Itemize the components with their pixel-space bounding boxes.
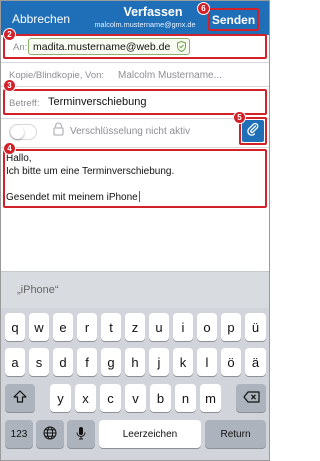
- key-p[interactable]: p: [221, 313, 241, 341]
- compose-header: Abbrechen Verfassen malcolm.mustername@g…: [1, 1, 269, 35]
- callout-badge-subject: 3: [3, 79, 16, 92]
- divider: [1, 147, 269, 148]
- key-w[interactable]: w: [29, 313, 49, 341]
- return-key[interactable]: Return: [205, 420, 266, 448]
- key-i[interactable]: i: [173, 313, 193, 341]
- cc-bcc-from-value[interactable]: Malcolm Mustername...: [118, 70, 222, 81]
- divider: [1, 86, 269, 87]
- dictation-key[interactable]: [67, 420, 95, 448]
- divider: [1, 118, 269, 119]
- key-x[interactable]: x: [75, 384, 96, 412]
- key-c[interactable]: c: [100, 384, 121, 412]
- globe-icon: [43, 426, 57, 443]
- callout-badge-body: 4: [3, 142, 16, 155]
- key-d[interactable]: d: [53, 348, 73, 376]
- to-label: An:: [13, 42, 28, 53]
- key-j[interactable]: j: [149, 348, 169, 376]
- compose-screen: Abbrechen Verfassen malcolm.mustername@g…: [0, 0, 270, 461]
- callout-badge-attach: 5: [233, 111, 246, 124]
- compose-title: Verfassen: [123, 5, 183, 19]
- globe-key[interactable]: [36, 420, 64, 448]
- key-k[interactable]: k: [173, 348, 193, 376]
- callout-badge-send: 6: [197, 2, 210, 15]
- paperclip-icon: [247, 122, 259, 141]
- callout-badge-to: 2: [3, 28, 16, 41]
- recipient-chip[interactable]: madita.mustername@web.de: [28, 38, 190, 55]
- key-ue[interactable]: ü: [245, 313, 266, 341]
- key-g[interactable]: g: [101, 348, 121, 376]
- key-l[interactable]: l: [197, 348, 217, 376]
- send-button[interactable]: Senden: [208, 8, 259, 31]
- backspace-icon: [242, 390, 260, 406]
- attach-button[interactable]: [242, 120, 264, 142]
- sender-address: malcolm.mustername@gmx.de: [94, 20, 196, 29]
- prediction-bar: „iPhone“: [1, 271, 269, 308]
- lock-icon: [53, 122, 64, 141]
- key-e[interactable]: e: [53, 313, 73, 341]
- key-oe[interactable]: ö: [221, 348, 241, 376]
- recipient-address: madita.mustername@web.de: [33, 40, 171, 53]
- key-z[interactable]: z: [125, 313, 145, 341]
- key-m[interactable]: m: [200, 384, 221, 412]
- space-key[interactable]: Leerzeichen: [99, 420, 201, 448]
- toggle-knob: [11, 126, 24, 139]
- key-r[interactable]: r: [77, 313, 97, 341]
- microphone-icon: [76, 426, 86, 443]
- cc-bcc-from-label: Kopie/Blindkopie, Von:: [9, 70, 105, 81]
- text-caret: [138, 190, 140, 202]
- key-o[interactable]: o: [197, 313, 217, 341]
- key-a[interactable]: a: [5, 348, 25, 376]
- shift-arrow-icon: [13, 390, 27, 406]
- cancel-button[interactable]: Abbrechen: [12, 12, 70, 26]
- message-body-input[interactable]: Hallo, Ich bitte um eine Terminverschieb…: [6, 153, 258, 204]
- shield-check-icon: [177, 40, 186, 55]
- shift-key[interactable]: [5, 384, 35, 412]
- subject-label: Betreff:: [9, 98, 40, 109]
- backspace-key[interactable]: [236, 384, 266, 412]
- key-t[interactable]: t: [101, 313, 121, 341]
- keyboard: „iPhone“ q w e r t z u i o p ü a s d f g…: [1, 271, 269, 460]
- prediction-suggestion[interactable]: „iPhone“: [17, 284, 59, 296]
- key-u[interactable]: u: [149, 313, 169, 341]
- encryption-status-label: Verschlüsselung nicht aktiv: [70, 126, 191, 137]
- key-f[interactable]: f: [77, 348, 97, 376]
- key-ae[interactable]: ä: [245, 348, 266, 376]
- message-body-text: Hallo, Ich bitte um eine Terminverschieb…: [6, 153, 175, 203]
- key-n[interactable]: n: [175, 384, 196, 412]
- subject-input[interactable]: Terminverschiebung: [48, 96, 146, 108]
- key-s[interactable]: s: [29, 348, 49, 376]
- key-q[interactable]: q: [5, 313, 25, 341]
- key-b[interactable]: b: [150, 384, 171, 412]
- key-h[interactable]: h: [125, 348, 145, 376]
- numbers-key[interactable]: 123: [5, 420, 33, 448]
- key-v[interactable]: v: [125, 384, 146, 412]
- encryption-toggle[interactable]: [9, 124, 37, 140]
- key-y[interactable]: y: [50, 384, 71, 412]
- divider: [1, 62, 269, 63]
